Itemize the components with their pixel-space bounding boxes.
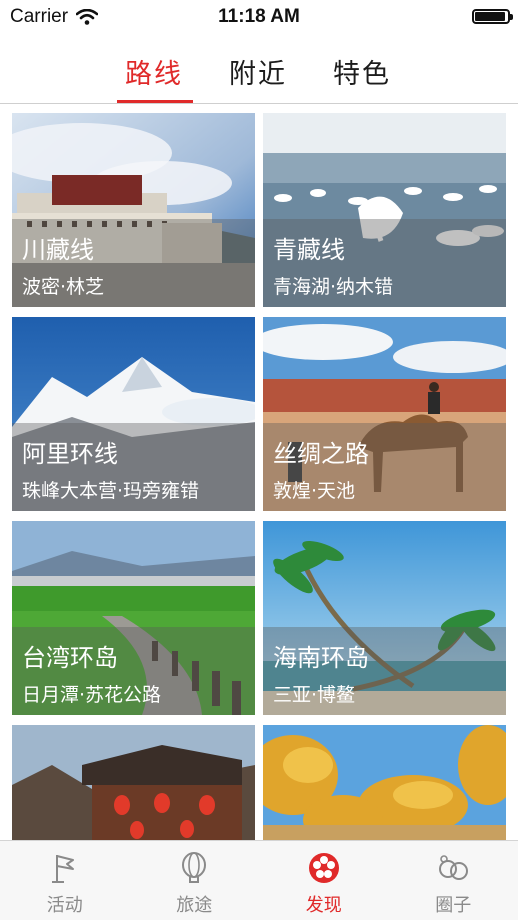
card-title: 川藏线 bbox=[22, 236, 94, 264]
route-card-golden-trees[interactable] bbox=[263, 725, 506, 845]
card-subtitle: 日月潭·苏花公路 bbox=[22, 684, 162, 706]
card-title: 阿里环线 bbox=[22, 440, 118, 468]
tab-journeys[interactable]: 旅途 bbox=[130, 841, 260, 920]
status-bar: Carrier 11:18 AM bbox=[0, 0, 518, 34]
circles-icon bbox=[439, 855, 469, 880]
card-title: 丝绸之路 bbox=[273, 440, 369, 468]
tab-featured-label: 特色 bbox=[333, 59, 391, 90]
tab-routes[interactable]: 路线 bbox=[117, 52, 193, 103]
tab-activities-label: 活动 bbox=[46, 895, 83, 916]
status-time: 11:18 AM bbox=[218, 6, 300, 27]
route-card-hainan-loop[interactable]: 海南环岛 三亚·博鳌 bbox=[263, 521, 506, 715]
tab-featured[interactable]: 特色 bbox=[333, 52, 391, 91]
route-card-sichuan-tibet[interactable]: 川藏线 波密·林芝 bbox=[12, 113, 255, 307]
tab-routes-label: 路线 bbox=[125, 59, 183, 90]
tab-journeys-label: 旅途 bbox=[176, 895, 213, 916]
route-card-taiwan-loop[interactable]: 台湾环岛 日月潭·苏花公路 bbox=[12, 521, 255, 715]
card-subtitle: 敦煌·天池 bbox=[273, 480, 356, 502]
battery-level bbox=[475, 12, 505, 21]
active-tab-indicator bbox=[117, 100, 193, 103]
card-subtitle: 珠峰大本营·玛旁雍错 bbox=[22, 480, 200, 502]
top-tab-bar: 路线 附近 特色 bbox=[0, 34, 518, 104]
route-card-image bbox=[263, 725, 506, 845]
tab-circles-label: 圈子 bbox=[435, 895, 472, 916]
flag-icon bbox=[51, 855, 74, 883]
tab-discover-label: 发现 bbox=[305, 895, 342, 916]
route-card-image bbox=[12, 725, 255, 845]
tab-nearby-label: 附近 bbox=[229, 59, 287, 90]
tab-discover[interactable]: 发现 bbox=[259, 841, 389, 920]
route-card-qinghai-tibet[interactable]: 青藏线 青海湖·纳木错 bbox=[263, 113, 506, 307]
tab-activities[interactable]: 活动 bbox=[0, 841, 130, 920]
battery-icon bbox=[472, 9, 513, 24]
card-title: 海南环岛 bbox=[273, 644, 369, 672]
balloon-icon bbox=[182, 852, 207, 883]
card-title: 台湾环岛 bbox=[22, 644, 118, 672]
tab-circles[interactable]: 圈子 bbox=[389, 841, 518, 920]
route-card-silk-road[interactable]: 丝绸之路 敦煌·天池 bbox=[263, 317, 506, 511]
discover-icon bbox=[308, 853, 339, 883]
card-title: 青藏线 bbox=[273, 236, 345, 264]
route-card-lanterns[interactable] bbox=[12, 725, 255, 845]
card-subtitle: 青海湖·纳木错 bbox=[273, 276, 394, 298]
card-subtitle: 波密·林芝 bbox=[22, 276, 105, 298]
bottom-tab-bar: 活动 旅途 发现 圈子 bbox=[0, 840, 518, 920]
tab-nearby[interactable]: 附近 bbox=[229, 52, 287, 91]
route-card-ali-loop[interactable]: 阿里环线 珠峰大本营·玛旁雍错 bbox=[12, 317, 255, 511]
card-subtitle: 三亚·博鳌 bbox=[273, 684, 356, 706]
